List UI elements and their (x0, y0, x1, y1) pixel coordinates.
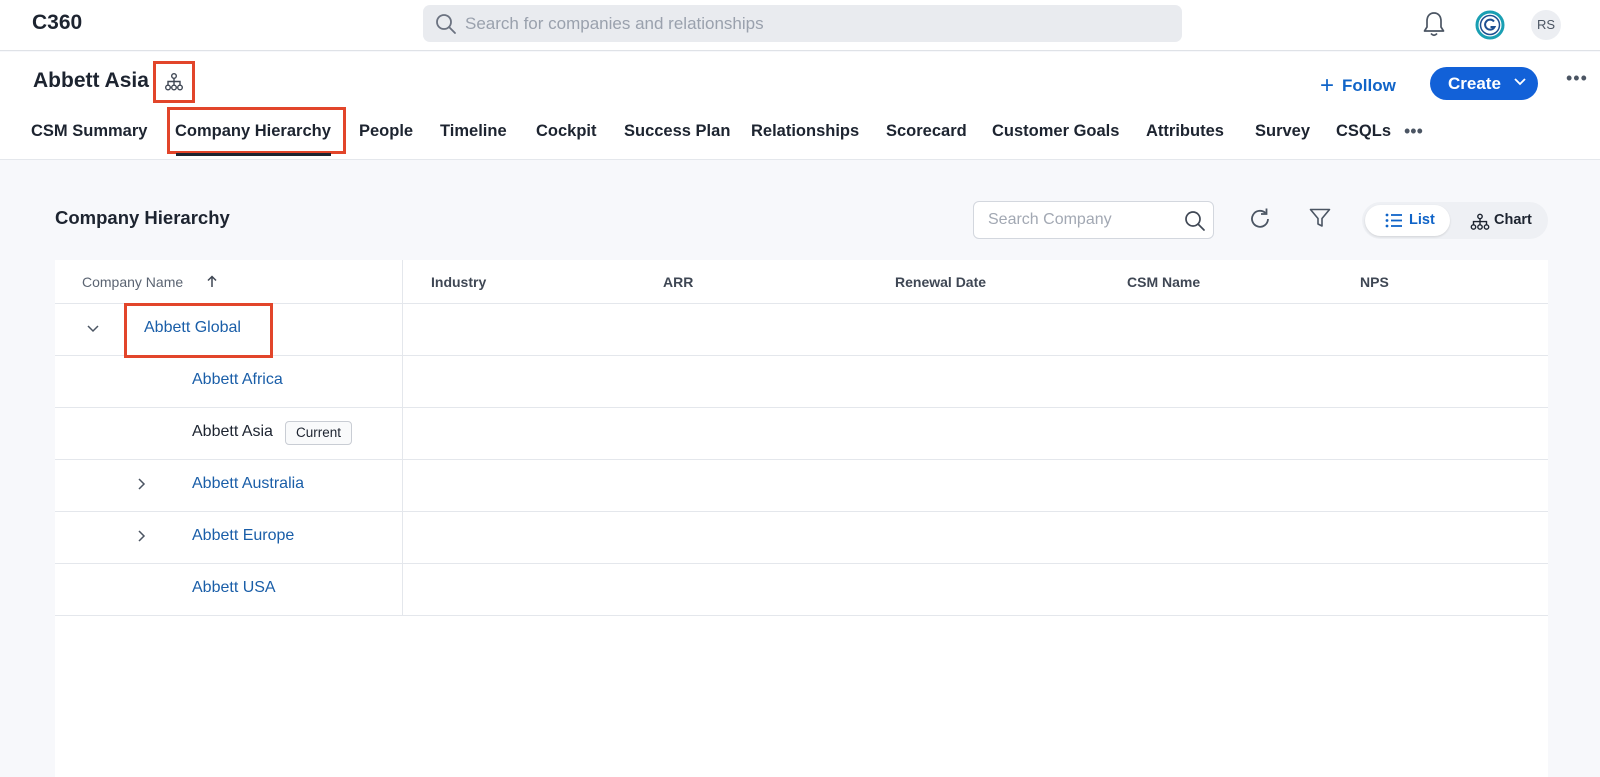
search-icon[interactable] (1184, 210, 1206, 232)
more-options-icon[interactable]: ••• (1566, 68, 1588, 89)
table-row: Abbett USA (55, 564, 1548, 616)
tab-csqls[interactable]: CSQLs (1336, 122, 1391, 141)
app-logo-icon[interactable] (1475, 10, 1505, 40)
company-link-abbett-africa[interactable]: Abbett Africa (192, 371, 283, 389)
company-name-abbett-asia: Abbett Asia (192, 423, 273, 440)
tab-scorecard[interactable]: Scorecard (886, 122, 967, 141)
view-toggle: List Chart (1362, 202, 1548, 239)
chevron-right-icon[interactable] (138, 478, 146, 490)
table-row: Abbett Asia Current (55, 408, 1548, 460)
list-view-button[interactable]: List (1365, 205, 1450, 236)
panel-title: Company Hierarchy (55, 207, 230, 228)
company-title: Abbett Asia (33, 69, 149, 92)
current-badge: Current (285, 421, 353, 445)
app-title[interactable]: C360 (32, 11, 82, 35)
list-icon (1385, 213, 1402, 228)
company-link-abbett-europe[interactable]: Abbett Europe (192, 527, 294, 545)
list-view-label: List (1409, 212, 1435, 228)
column-header-nps[interactable]: NPS (1360, 274, 1389, 290)
column-header-company-name[interactable]: Company Name (82, 274, 183, 290)
hierarchy-icon-button[interactable] (153, 61, 195, 103)
tab-success-plan[interactable]: Success Plan (624, 122, 730, 141)
chart-view-label: Chart (1494, 212, 1532, 228)
company-link-abbett-australia[interactable]: Abbett Australia (192, 475, 304, 493)
chart-view-button[interactable]: Chart (1454, 205, 1544, 236)
tab-company-hierarchy[interactable]: Company Hierarchy (175, 122, 331, 141)
global-search-input[interactable] (465, 5, 1165, 42)
user-avatar[interactable]: RS (1531, 10, 1561, 40)
follow-button[interactable]: + Follow (1320, 70, 1396, 99)
create-button[interactable]: Create (1430, 67, 1538, 100)
global-search-bar[interactable] (423, 5, 1182, 42)
tab-people[interactable]: People (359, 122, 413, 141)
chevron-down-icon (1514, 78, 1526, 86)
column-header-csm-name[interactable]: CSM Name (1127, 274, 1200, 290)
company-header: Abbett Asia + Follow Create ••• CSM Summa… (0, 52, 1600, 160)
company-search-box[interactable] (973, 201, 1214, 239)
search-icon (436, 14, 456, 34)
table-row: Abbett Global (55, 304, 1548, 356)
root-company-highlight (124, 303, 273, 358)
column-header-renewal-date[interactable]: Renewal Date (895, 274, 986, 290)
chevron-right-icon[interactable] (138, 530, 146, 542)
hierarchy-icon (165, 73, 183, 91)
top-bar: C360 RS (0, 0, 1600, 51)
table-row: Abbett Europe (55, 512, 1548, 564)
create-label: Create (1448, 74, 1501, 93)
tab-cockpit[interactable]: Cockpit (536, 122, 597, 141)
tab-attributes[interactable]: Attributes (1146, 122, 1224, 141)
tab-csm-summary[interactable]: CSM Summary (31, 122, 147, 141)
active-tab-underline (176, 153, 331, 156)
company-link-abbett-usa[interactable]: Abbett USA (192, 579, 276, 597)
tab-survey[interactable]: Survey (1255, 122, 1310, 141)
follow-label: Follow (1342, 76, 1396, 95)
table-row: Abbett Africa (55, 356, 1548, 408)
refresh-icon[interactable] (1247, 206, 1273, 232)
table-header: Company Name Industry ARR Renewal Date C… (55, 260, 1548, 304)
plus-icon: + (1320, 72, 1335, 99)
tab-timeline[interactable]: Timeline (440, 122, 507, 141)
company-search-input[interactable] (988, 202, 1178, 238)
hierarchy-chart-icon (1470, 213, 1490, 230)
hierarchy-table: Company Name Industry ARR Renewal Date C… (55, 260, 1548, 777)
tab-customer-goals[interactable]: Customer Goals (992, 122, 1119, 141)
column-header-industry[interactable]: Industry (431, 274, 486, 290)
tab-relationships[interactable]: Relationships (751, 122, 859, 141)
more-tabs-icon[interactable]: ••• (1404, 121, 1423, 142)
table-row: Abbett Australia (55, 460, 1548, 512)
sort-ascending-icon[interactable] (207, 275, 217, 288)
chevron-down-icon[interactable] (87, 325, 99, 333)
column-header-arr[interactable]: ARR (663, 274, 693, 290)
filter-icon[interactable] (1308, 206, 1332, 230)
notification-bell-icon[interactable] (1421, 10, 1447, 38)
